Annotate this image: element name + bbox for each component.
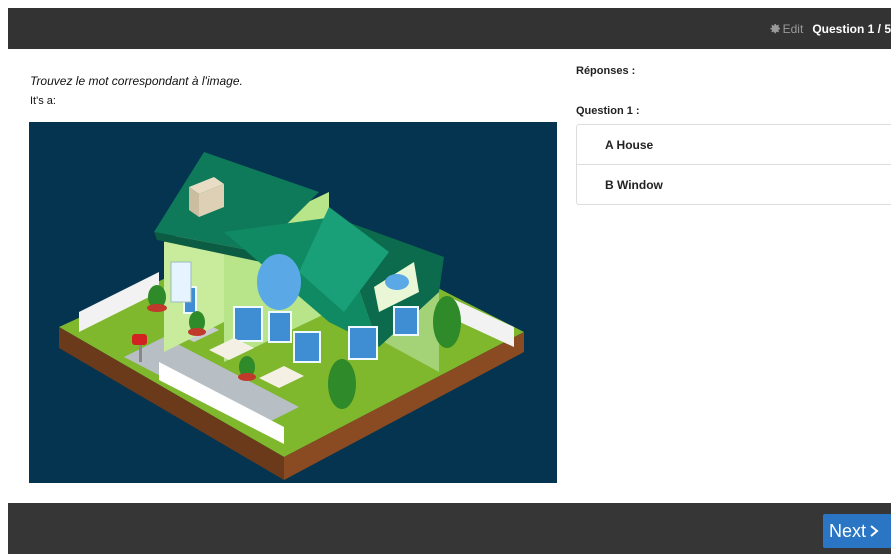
- question-counter: Question 1 / 5: [812, 21, 891, 36]
- house-illustration: [59, 152, 524, 480]
- answers-title: Réponses :: [576, 65, 636, 77]
- bottom-bar: Next: [8, 503, 891, 554]
- prompt-text: It's a:: [30, 95, 56, 107]
- answer-option-b[interactable]: B Window: [577, 164, 891, 204]
- gear-icon: [770, 24, 780, 34]
- quiz-window: Edit Question 1 / 5 Trouvez le mot corre…: [8, 8, 891, 554]
- chevron-right-icon: [870, 525, 879, 537]
- next-label: Next: [829, 520, 867, 541]
- next-button[interactable]: Next: [823, 514, 891, 548]
- answer-option-a[interactable]: A House: [577, 125, 891, 164]
- top-bar: Edit Question 1 / 5: [8, 8, 891, 49]
- question-image: [29, 122, 557, 483]
- question-label: Question 1 :: [576, 105, 640, 117]
- edit-link[interactable]: Edit: [770, 21, 804, 36]
- answer-options: A House B Window: [576, 124, 891, 205]
- edit-label: Edit: [782, 21, 804, 36]
- instruction-text: Trouvez le mot correspondant à l'image.: [30, 74, 243, 88]
